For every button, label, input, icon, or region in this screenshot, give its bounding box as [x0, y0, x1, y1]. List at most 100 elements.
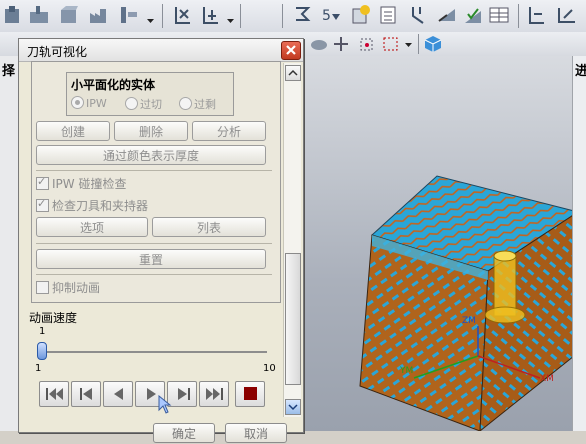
axis-label-y: YM: [400, 366, 414, 376]
checkbox-label: IPW 碰撞检查: [52, 177, 127, 191]
table-icon[interactable]: [488, 4, 510, 26]
toolbar-separator: [518, 4, 519, 28]
mouse-cursor-icon: [158, 395, 172, 414]
skip-to-end-icon: [206, 388, 223, 400]
speed-current-value: 1: [39, 326, 46, 337]
radio-label: 过切: [140, 98, 162, 111]
holder-icon[interactable]: [408, 4, 430, 26]
play-reverse-icon: [114, 388, 123, 400]
ok-button[interactable]: 确定: [153, 423, 215, 443]
reset-button[interactable]: 重置: [36, 249, 266, 269]
color-thickness-button[interactable]: 通过颜色表示厚度: [36, 145, 266, 165]
checkbox: [36, 197, 49, 212]
checkbox: [36, 175, 49, 190]
close-button[interactable]: [281, 41, 301, 60]
toolbar-separator: [240, 4, 241, 28]
dialog-titlebar[interactable]: 刀轨可视化: [19, 39, 303, 62]
output-icon[interactable]: [556, 4, 578, 26]
dropdown-arrow-icon[interactable]: [404, 36, 414, 52]
animation-speed-label: 动画速度: [29, 311, 78, 325]
axis-label-z: ZM: [462, 316, 476, 326]
left-edge-label: 择: [2, 64, 16, 79]
radio-dot: [71, 96, 84, 109]
right-panel-edge: 进: [572, 56, 586, 431]
list-icon[interactable]: [378, 4, 400, 26]
checkbox-label: 检查刀具和夹持器: [52, 199, 149, 213]
verify-icon[interactable]: 5: [320, 4, 342, 26]
step-back-button[interactable]: [71, 381, 101, 407]
faceted-solid-group: 小平面化的实体 IPW 过切 过剩: [66, 72, 234, 116]
fast-forward-to-end-button[interactable]: [199, 381, 229, 407]
step-back-icon: [80, 388, 92, 400]
radio-dot: [179, 97, 192, 110]
toolbar-separator: [282, 4, 283, 28]
cube-view-icon[interactable]: [424, 35, 442, 53]
axis-label-x: XM: [540, 374, 554, 384]
scroll-down-button[interactable]: [285, 399, 301, 415]
factory-icon[interactable]: [88, 4, 110, 26]
radio-label: 过剩: [194, 98, 216, 111]
analyze-button[interactable]: 分析: [192, 121, 266, 141]
options-panel: 小平面化的实体 IPW 过切 过剩 创建 删除 分析 通过颜色表示厚度 IPW …: [31, 61, 281, 303]
post-icon[interactable]: [526, 4, 548, 26]
move-icon[interactable]: [332, 36, 350, 52]
feed-icon[interactable]: [436, 4, 458, 26]
speed-slider-track[interactable]: [41, 351, 267, 353]
radio-ipw[interactable]: IPW: [71, 96, 107, 110]
dropdown-arrow-icon[interactable]: [226, 4, 248, 26]
toolbar-separator: [162, 4, 163, 28]
simulate-icon[interactable]: [350, 4, 372, 26]
checkbox-label: 抑制动画: [52, 281, 101, 295]
list-button[interactable]: 列表: [152, 217, 266, 237]
rewind-to-start-button[interactable]: [39, 381, 69, 407]
cut-path-icon[interactable]: [172, 4, 194, 26]
ipw-collision-checkbox[interactable]: IPW 碰撞检查: [36, 175, 126, 192]
select-box-icon[interactable]: [382, 36, 400, 52]
options-button[interactable]: 选项: [36, 217, 148, 237]
mill-icon[interactable]: [28, 4, 50, 26]
main-toolbar: 5: [0, 0, 586, 33]
chevron-up-icon: [288, 69, 298, 76]
delete-button[interactable]: 删除: [114, 121, 188, 141]
speed-min-label: 1: [35, 363, 42, 374]
suppress-animation-checkbox[interactable]: 抑制动画: [36, 279, 100, 296]
divider: [36, 170, 272, 171]
close-icon: [286, 45, 296, 55]
tool-icon[interactable]: [2, 4, 24, 26]
chevron-down-icon: [288, 404, 298, 411]
speed-max-label: 10: [263, 363, 276, 374]
scroll-thumb[interactable]: [285, 253, 301, 385]
dialog-title: 刀轨可视化: [27, 45, 88, 59]
play-reverse-button[interactable]: [103, 381, 133, 407]
toolbar-separator: [418, 34, 419, 54]
stop-button[interactable]: [235, 381, 265, 407]
toolpath-visualization-dialog: 刀轨可视化 小平面化的实体 IPW 过切 过剩 创建 删除 分析 通过颜色表示厚…: [18, 38, 304, 443]
radio-dot: [125, 97, 138, 110]
radio-excess[interactable]: 过剩: [179, 96, 216, 112]
skip-to-start-icon: [46, 388, 63, 400]
cancel-button[interactable]: 取消: [225, 423, 287, 443]
dropdown-arrow-icon[interactable]: [146, 4, 168, 26]
toolpath-icon[interactable]: [200, 4, 222, 26]
scroll-up-button[interactable]: [285, 65, 301, 81]
step-forward-icon: [178, 388, 190, 400]
snap-icon[interactable]: [358, 36, 376, 52]
speed-slider-thumb[interactable]: [37, 342, 47, 360]
divider: [36, 243, 272, 244]
group-title: 小平面化的实体: [71, 78, 156, 92]
dialog-scrollbar[interactable]: [283, 63, 301, 417]
checkbox: [36, 281, 49, 294]
divider: [36, 274, 272, 275]
check-icon[interactable]: [462, 4, 484, 26]
generate-icon[interactable]: [292, 4, 314, 26]
svg-text:5: 5: [322, 8, 331, 24]
stop-icon: [244, 387, 257, 400]
cloud-icon[interactable]: [310, 37, 328, 51]
operation-icon[interactable]: [118, 4, 140, 26]
part-icon[interactable]: [58, 4, 80, 26]
right-edge-label: 进: [575, 64, 586, 79]
radio-gouge[interactable]: 过切: [125, 96, 162, 112]
radio-label: IPW: [86, 97, 107, 110]
create-button[interactable]: 创建: [36, 121, 110, 141]
tool-holder-checkbox[interactable]: 检查刀具和夹持器: [36, 197, 148, 214]
